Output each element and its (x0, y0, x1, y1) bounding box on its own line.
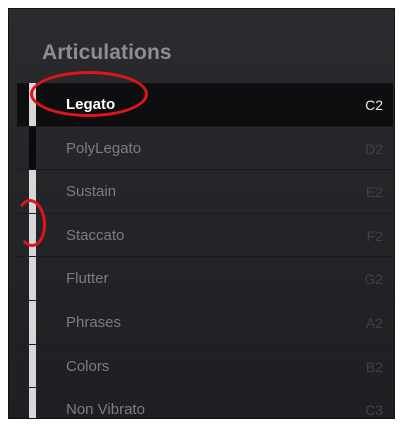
articulation-row-staccato[interactable]: Staccato F2 (17, 213, 393, 258)
key-black-d2 (29, 126, 36, 170)
screenshot-frame: Articulations Legato C2 PolyLegato D2 Su… (0, 0, 401, 426)
key-note-label: E2 (365, 184, 383, 201)
key-note-label: G2 (364, 271, 383, 288)
articulation-label: Colors (66, 357, 110, 375)
key-white-e2 (29, 170, 36, 213)
articulation-row-sustain[interactable]: Sustain E2 (17, 170, 393, 214)
articulation-label: Phrases (66, 313, 122, 331)
articulation-label: PolyLegato (66, 139, 142, 157)
key-white-c2 (29, 83, 36, 126)
key-note-label: C2 (365, 97, 383, 113)
key-white-a2 (29, 300, 36, 344)
articulation-label: Legato (66, 96, 116, 113)
panel-title: Articulations (42, 41, 172, 64)
key-white-f2 (29, 213, 36, 257)
key-note-label: B2 (365, 358, 383, 375)
articulations-panel: Articulations Legato C2 PolyLegato D2 Su… (8, 8, 395, 419)
articulation-row-colors[interactable]: Colors B2 (17, 344, 393, 389)
key-white-c3 (29, 388, 36, 418)
articulation-row-phrases[interactable]: Phrases A2 (17, 300, 393, 345)
key-note-label: F2 (366, 227, 383, 244)
key-note-label: D2 (365, 140, 383, 157)
articulation-row-non-vibrato[interactable]: Non Vibrato C3 (17, 388, 393, 419)
articulation-label: Staccato (66, 226, 125, 244)
articulation-row-polylegato[interactable]: PolyLegato D2 (17, 126, 393, 171)
articulation-list: Legato C2 PolyLegato D2 Sustain E2 Stacc… (17, 83, 393, 419)
articulation-label: Sustain (66, 183, 117, 201)
articulation-row-legato[interactable]: Legato C2 (17, 83, 393, 127)
key-white-b2 (29, 344, 36, 388)
articulation-label: Flutter (66, 270, 109, 288)
articulation-row-flutter[interactable]: Flutter G2 (17, 257, 393, 301)
key-white-g2 (29, 257, 36, 300)
key-note-label: A2 (365, 314, 383, 331)
articulation-label: Non Vibrato (66, 401, 145, 419)
key-note-label: C3 (365, 402, 383, 419)
